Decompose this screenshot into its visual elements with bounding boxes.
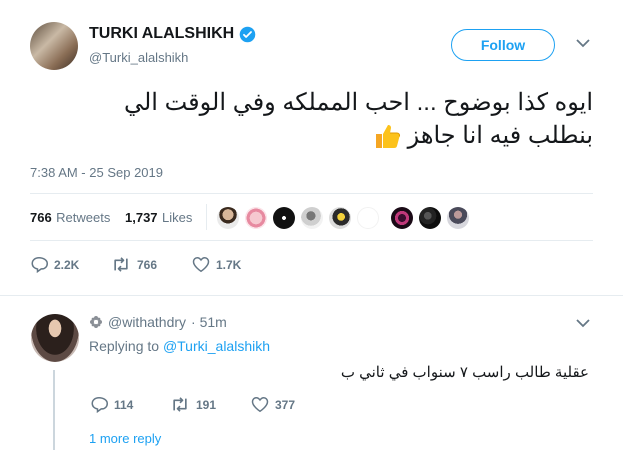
tweet-text-line-2: بنطلب فيه انا جاهز	[23, 119, 593, 152]
likes-label: Likes	[162, 210, 193, 225]
reply-retweet-count: 191	[196, 397, 217, 412]
liker-avatar[interactable]	[391, 207, 413, 229]
author-handle[interactable]: @Turki_alalshikh	[89, 50, 188, 65]
chevron-down-icon[interactable]	[576, 39, 590, 48]
tweet-text-line-2-text: بنطلب فيه انا جاهز	[407, 122, 593, 149]
reply-header[interactable]: @withathdry · 51m	[89, 314, 227, 330]
replying-prefix: Replying to	[89, 338, 160, 354]
liker-avatar[interactable]	[273, 207, 295, 229]
retweet-icon	[170, 396, 190, 413]
reply-reply-action[interactable]: 114	[90, 396, 133, 413]
tweet-text-line-1: ايوه كذا بوضوح ... احب المملكه وفي الوقت…	[123, 89, 593, 116]
reply-retweet-action[interactable]: 191	[170, 396, 216, 413]
reply-time[interactable]: · 51m	[191, 314, 227, 330]
like-icon	[192, 256, 210, 273]
like-count: 1.7K	[216, 257, 242, 272]
divider	[30, 240, 593, 241]
liker-avatar[interactable]	[357, 207, 379, 229]
author-avatar[interactable]	[30, 22, 78, 70]
reply-text: عقلية طالب راسب ٧ سنواب في ثاني ب	[340, 364, 589, 381]
flower-emoji	[89, 315, 103, 329]
replying-to: Replying to @Turki_alalshikh	[89, 338, 270, 354]
reply-count: 2.2K	[54, 257, 80, 272]
thread-line	[53, 370, 55, 450]
like-icon	[251, 396, 269, 413]
tweet-text: ايوه كذا بوضوح ... احب المملكه وفي الوقت…	[23, 86, 593, 152]
reply-icon	[30, 256, 48, 273]
thumbs-up-emoji	[372, 121, 402, 151]
liker-avatar[interactable]	[301, 207, 323, 229]
liker-avatar[interactable]	[245, 207, 267, 229]
tweet-timestamp[interactable]: 7:38 AM - 25 Sep 2019	[30, 165, 163, 180]
liker-avatar[interactable]	[217, 207, 239, 229]
reply-like-action[interactable]: 377	[251, 396, 295, 413]
likes-count: 1,737	[125, 210, 158, 225]
author-name[interactable]: TURKI ALALSHIKH	[89, 25, 234, 43]
retweets-label: Retweets	[56, 210, 111, 225]
reply-handle[interactable]: @withathdry	[108, 314, 186, 330]
author-name-row[interactable]: TURKI ALALSHIKH	[89, 25, 256, 43]
retweet-count: 766	[137, 257, 158, 272]
reply-like-count: 377	[275, 397, 296, 412]
retweet-icon	[111, 256, 131, 273]
verified-badge-icon	[239, 26, 256, 43]
likes-stat[interactable]: 1,737 Likes	[125, 209, 192, 227]
liker-avatar[interactable]	[419, 207, 441, 229]
reply-reply-count: 114	[114, 397, 134, 412]
retweets-stat[interactable]: 766 Retweets	[30, 209, 110, 227]
more-replies-link[interactable]: 1 more reply	[89, 431, 161, 446]
reply-avatar[interactable]	[31, 314, 79, 362]
retweets-count: 766	[30, 210, 52, 225]
divider	[30, 193, 593, 194]
reply-icon	[90, 396, 108, 413]
divider	[0, 295, 623, 296]
liker-avatar[interactable]	[447, 207, 469, 229]
replying-to-link[interactable]: @Turki_alalshikh	[163, 338, 270, 354]
like-action[interactable]: 1.7K	[192, 256, 241, 273]
liker-avatar[interactable]	[329, 207, 351, 229]
follow-button[interactable]: Follow	[451, 29, 555, 61]
stats-separator	[206, 204, 207, 230]
chevron-down-icon[interactable]	[576, 319, 590, 328]
retweet-action[interactable]: 766	[111, 256, 157, 273]
reply-action[interactable]: 2.2K	[30, 256, 79, 273]
